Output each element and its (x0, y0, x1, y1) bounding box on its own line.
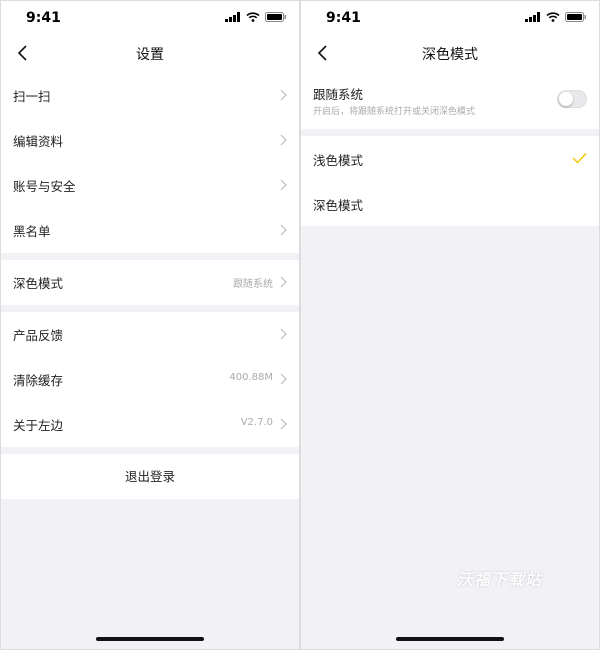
follow-system-description: 开启后，将跟随系统打开或关闭深色模式 (313, 107, 476, 117)
group-divider (1, 447, 299, 454)
row-label: 关于左边 (13, 418, 64, 433)
row-label: 账号与安全 (13, 179, 76, 194)
mode-options: 浅色模式 深色模式 (301, 136, 599, 226)
signal-icon (225, 12, 240, 22)
option-label: 浅色模式 (313, 153, 364, 168)
row-clear-cache[interactable]: 清除缓存 400.88M (1, 357, 299, 402)
home-indicator[interactable] (396, 637, 504, 641)
option-light-mode[interactable]: 浅色模式 (301, 136, 599, 181)
row-about[interactable]: 关于左边 V2.7.0 (1, 402, 299, 447)
row-label: 产品反馈 (13, 328, 64, 343)
row-scan[interactable]: 扫一扫 (1, 73, 299, 118)
home-indicator[interactable] (96, 637, 204, 641)
row-label: 清除缓存 (13, 373, 64, 388)
chevron-right-icon (280, 134, 287, 146)
chevron-right-icon (280, 276, 287, 288)
logout-group: 退出登录 (1, 454, 299, 499)
row-blacklist[interactable]: 黑名单 (1, 208, 299, 253)
follow-system-toggle[interactable] (557, 90, 587, 108)
dark-mode-nav-bar: 深色模式 (301, 35, 599, 73)
battery-icon (265, 12, 286, 22)
settings-screen: 9:41 设置 扫一扫 编辑资料 账号与安全 黑名单 深色模式 跟随系统 产品反… (1, 1, 299, 649)
group-divider (1, 305, 299, 312)
settings-group-1: 扫一扫 编辑资料 账号与安全 黑名单 (1, 73, 299, 253)
chevron-right-icon (280, 179, 287, 191)
row-value: 跟随系统 (233, 279, 273, 290)
row-label: 编辑资料 (13, 134, 64, 149)
chevron-right-icon (280, 328, 287, 340)
row-edit-profile[interactable]: 编辑资料 (1, 118, 299, 163)
status-icons (525, 12, 587, 22)
status-bar: 9:41 (301, 1, 599, 35)
status-time: 9:41 (26, 10, 61, 26)
follow-system-title: 跟随系统 (313, 87, 364, 102)
settings-group-3: 产品反馈 清除缓存 400.88M 关于左边 V2.7.0 (1, 312, 299, 447)
battery-icon (565, 12, 586, 22)
dark-mode-screen: 9:41 深色模式 跟随系统 开启后，将跟随系统打开或关闭深色模式 浅色模式 深… (301, 1, 599, 649)
chevron-right-icon (280, 224, 287, 236)
logout-button[interactable]: 退出登录 (1, 454, 299, 499)
row-label: 黑名单 (13, 224, 51, 239)
settings-group-2: 深色模式 跟随系统 (1, 260, 299, 305)
checkmark-icon (572, 153, 587, 164)
page-title: 深色模式 (422, 47, 478, 63)
signal-icon (525, 12, 540, 22)
option-dark-mode[interactable]: 深色模式 (301, 181, 599, 226)
status-icons (225, 12, 287, 22)
status-time: 9:41 (326, 10, 361, 26)
settings-nav-bar: 设置 (1, 35, 299, 73)
option-label: 深色模式 (313, 198, 364, 213)
chevron-right-icon (280, 418, 287, 430)
row-label: 深色模式 (13, 276, 64, 291)
chevron-right-icon (280, 373, 287, 385)
row-value: 400.88M (229, 372, 273, 383)
group-divider (301, 129, 599, 136)
chevron-right-icon (280, 89, 287, 101)
row-account-security[interactable]: 账号与安全 (1, 163, 299, 208)
row-label: 扫一扫 (13, 89, 51, 104)
page-title: 设置 (136, 47, 164, 63)
watermark-text: 沃福下载站 (457, 570, 543, 589)
row-dark-mode[interactable]: 深色模式 跟随系统 (1, 260, 299, 305)
wifi-icon (546, 12, 560, 22)
wifi-icon (246, 12, 260, 22)
row-feedback[interactable]: 产品反馈 (1, 312, 299, 357)
group-divider (1, 253, 299, 260)
toggle-knob (559, 92, 573, 106)
row-value: V2.7.0 (240, 417, 273, 428)
status-bar: 9:41 (1, 1, 299, 35)
follow-system-row: 跟随系统 开启后，将跟随系统打开或关闭深色模式 (301, 73, 599, 129)
